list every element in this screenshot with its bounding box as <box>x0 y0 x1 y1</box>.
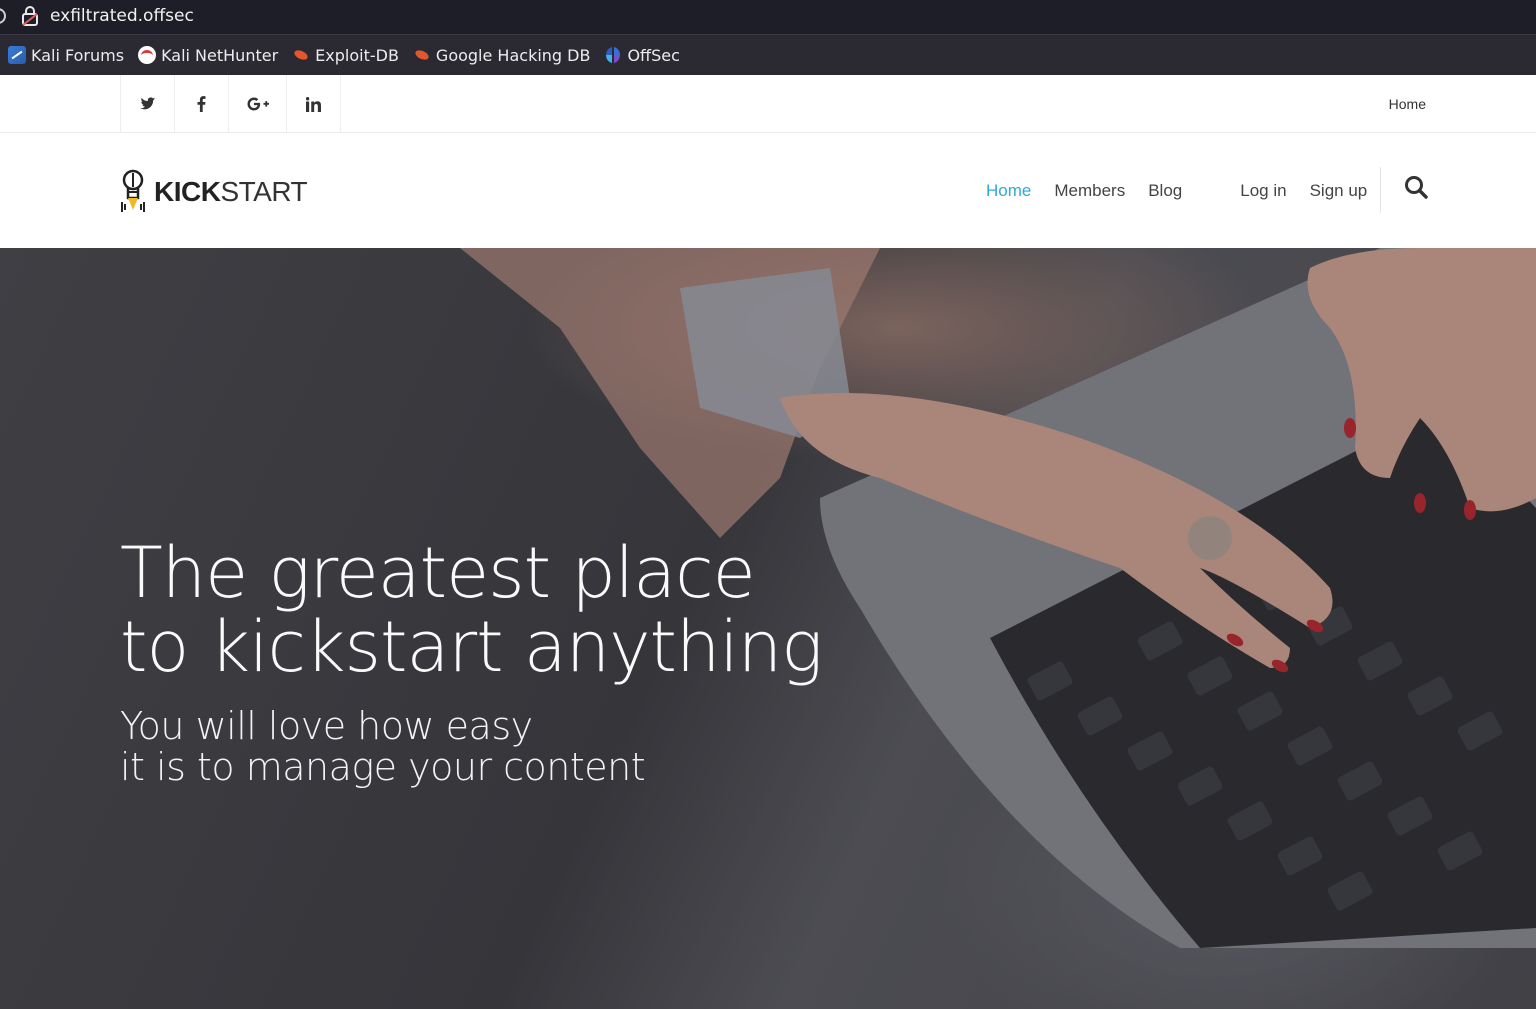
browser-url-bar[interactable]: exfiltrated.offsec <box>0 0 1536 34</box>
bookmark-label: Kali Forums <box>31 45 125 65</box>
main-navbar: KICKSTART Home Members Blog Log in Sign … <box>0 133 1536 248</box>
google-plus-icon[interactable] <box>229 75 287 133</box>
search-icon[interactable] <box>1404 175 1428 199</box>
hero-headline-line: to kickstart anything <box>120 606 823 688</box>
url-text[interactable]: exfiltrated.offsec <box>50 6 194 26</box>
hero-subheadline-line: You will love how easy <box>120 704 533 748</box>
hero-headline: The greatest place to kickstart anything <box>120 532 823 688</box>
nav-blog[interactable]: Blog <box>1148 181 1182 201</box>
bookmark-kali-nethunter[interactable]: Kali NetHunter <box>138 46 278 65</box>
logo-wordmark: KICKSTART <box>154 176 308 208</box>
bookmark-kali-forums[interactable]: Kali Forums <box>8 46 124 65</box>
exploit-db-icon <box>413 46 431 64</box>
social-links <box>120 75 341 133</box>
logo-text-light: START <box>220 176 308 207</box>
bookmark-label: OffSec <box>627 45 680 65</box>
nav-login[interactable]: Log in <box>1240 181 1286 201</box>
exploit-db-icon <box>292 46 310 64</box>
menu-divider <box>1380 167 1381 213</box>
hero-subheadline-line: it is to manage your content <box>120 745 646 789</box>
linkedin-icon[interactable] <box>287 75 341 133</box>
hero-subheadline: You will love how easy it is to manage y… <box>120 704 646 789</box>
lock-icon[interactable] <box>22 6 38 26</box>
site-info-icon[interactable] <box>0 8 6 24</box>
bookmark-label: Exploit-DB <box>315 45 399 65</box>
bookmark-google-hacking-db[interactable]: Google Hacking DB <box>413 46 591 65</box>
twitter-icon[interactable] <box>121 75 175 133</box>
kali-nethunter-icon <box>138 46 157 64</box>
hero-headline-line: The greatest place <box>120 532 756 614</box>
kickstart-logo[interactable]: KICKSTART <box>118 168 308 216</box>
kali-forums-icon <box>8 46 26 64</box>
social-topbar: Home <box>0 75 1536 133</box>
offsec-icon <box>604 46 622 64</box>
hero-banner: The greatest place to kickstart anything… <box>0 248 1536 1009</box>
nav-signup[interactable]: Sign up <box>1310 181 1368 201</box>
lightbulb-logo-icon <box>121 169 145 212</box>
bookmark-label: Kali NetHunter <box>161 45 279 65</box>
bookmarks-toolbar: Kali Forums Kali NetHunter Exploit-DB Go… <box>0 34 1536 75</box>
bookmark-offsec[interactable]: OffSec <box>604 45 680 65</box>
logo-text-bold: KICK <box>154 176 221 207</box>
top-home-link[interactable]: Home <box>1389 96 1426 112</box>
nav-members[interactable]: Members <box>1054 181 1125 201</box>
main-menu: Home Members Blog Log in Sign up <box>986 167 1428 213</box>
bookmark-exploit-db[interactable]: Exploit-DB <box>292 46 399 65</box>
bookmark-label: Google Hacking DB <box>435 45 591 65</box>
facebook-icon[interactable] <box>175 75 229 133</box>
nav-home[interactable]: Home <box>986 181 1031 201</box>
web-page: Home KICKSTART Home Members Blog Log in <box>0 75 1536 1009</box>
